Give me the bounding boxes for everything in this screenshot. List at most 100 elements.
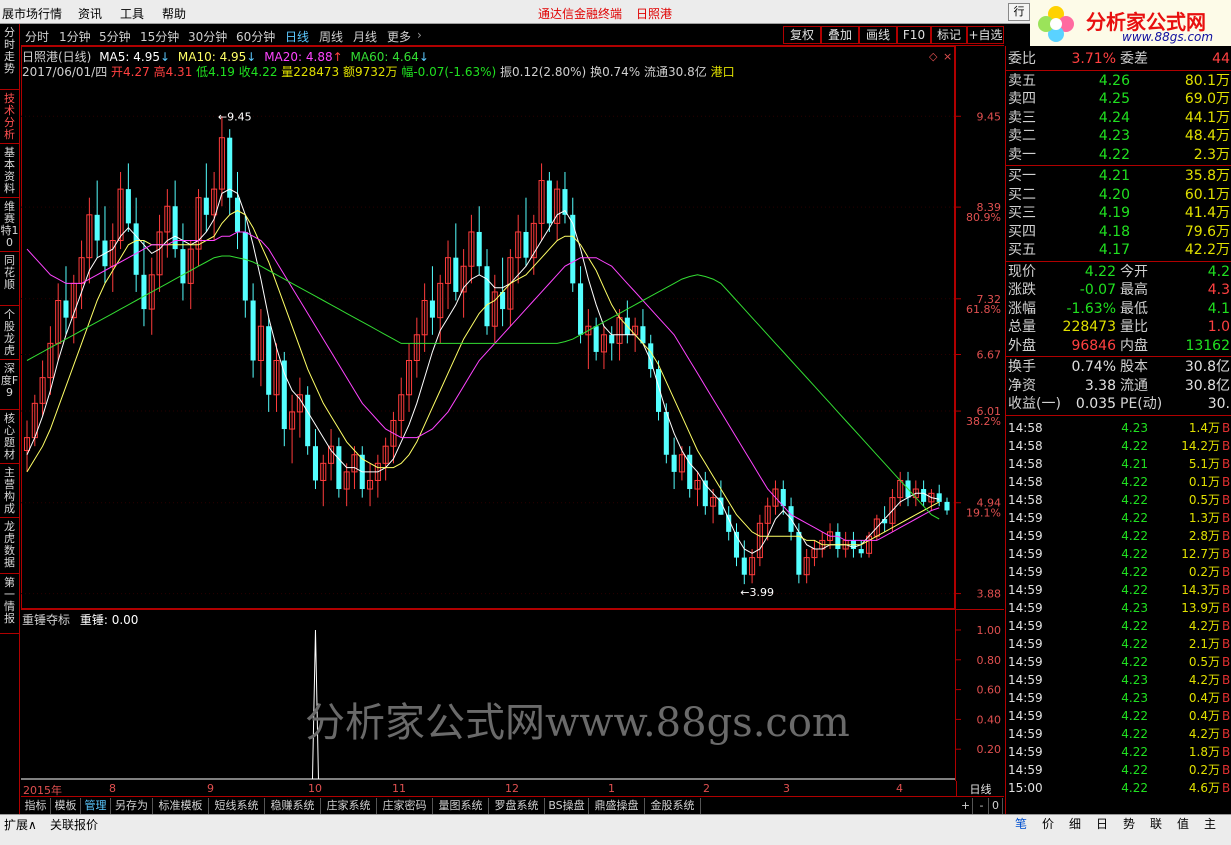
bid-row[interactable]: 买五 4.17 42.2万 bbox=[1008, 241, 1230, 259]
tick-row: 14:59 4.22 1.8万 B bbox=[1008, 743, 1230, 761]
bid-row[interactable]: 买二 4.20 60.1万 bbox=[1008, 186, 1230, 204]
quote-tab-0[interactable]: 笔 bbox=[1009, 815, 1033, 832]
candle-body bbox=[242, 231, 248, 301]
formula-tab-1[interactable]: 模板 bbox=[51, 798, 81, 814]
left-tab-7[interactable]: 核心题材 bbox=[0, 410, 19, 464]
more-arrow-icon[interactable]: › bbox=[417, 28, 422, 42]
low-point-label: ←3.99 bbox=[740, 586, 774, 599]
period-tab-more[interactable]: 更多 bbox=[387, 28, 411, 45]
period-tab-5min[interactable]: 5分钟 bbox=[99, 28, 131, 45]
ask-row[interactable]: 卖一 4.22 2.3万 bbox=[1008, 146, 1230, 164]
sector-tag[interactable]: 港口 bbox=[711, 65, 735, 79]
kline-chart[interactable]: 9.458.397.326.676.014.943.8880.9%61.8%38… bbox=[21, 46, 1004, 781]
tick-row: 15:00 4.22 4.6万 B bbox=[1008, 779, 1230, 797]
menu-tools[interactable]: 工具 bbox=[120, 5, 144, 22]
bid-row[interactable]: 买三 4.19 41.4万 bbox=[1008, 204, 1230, 222]
quote-button[interactable]: 行 bbox=[1008, 3, 1030, 21]
diamond-icon[interactable]: ◇ bbox=[929, 50, 938, 63]
bid-price: 4.20 bbox=[1098, 186, 1130, 203]
candle-body bbox=[250, 300, 256, 361]
ask-row[interactable]: 卖四 4.25 69.0万 bbox=[1008, 90, 1230, 108]
draw-line-button[interactable]: 画线 bbox=[859, 26, 897, 44]
period-tab-weekly[interactable]: 周线 bbox=[319, 28, 343, 45]
period-tab-1min[interactable]: 1分钟 bbox=[59, 28, 91, 45]
menu-market[interactable]: 展市场行情 bbox=[2, 5, 62, 22]
left-tab-6[interactable]: 深度F9 bbox=[0, 360, 19, 410]
indicator-tick-label: 0.60 bbox=[977, 684, 1002, 697]
quote-panel: 委比 3.71% 委差 44 卖五 4.26 80.1万 卖四 4.25 69.0万 卖三 4.24 4… bbox=[1005, 46, 1231, 814]
left-tab-10[interactable]: 第一情报 bbox=[0, 574, 19, 634]
tick-price: 4.22 bbox=[1121, 528, 1148, 543]
period-tab-30min[interactable]: 30分钟 bbox=[188, 28, 227, 45]
stat-row-value2: 13162 bbox=[1185, 337, 1230, 354]
bid-row[interactable]: 买一 4.21 35.8万 bbox=[1008, 167, 1230, 185]
quote-tab-2[interactable]: 细 bbox=[1063, 815, 1087, 832]
tick-volume: 13.9万 bbox=[1181, 600, 1220, 615]
bid-row[interactable]: 买四 4.18 79.6万 bbox=[1008, 223, 1230, 241]
ask-row[interactable]: 卖三 4.24 44.1万 bbox=[1008, 109, 1230, 127]
flower-logo-icon bbox=[1038, 6, 1074, 42]
formula-tab-11[interactable]: BS操盘 bbox=[545, 798, 589, 814]
zoom-control-2[interactable]: 0 bbox=[989, 798, 1003, 814]
zoom-control-1[interactable]: - bbox=[975, 798, 989, 814]
tick-flag: B bbox=[1222, 672, 1231, 687]
weibi-row-label2: 委差 bbox=[1120, 51, 1148, 67]
period-tab-60min[interactable]: 60分钟 bbox=[236, 28, 275, 45]
formula-tab-12[interactable]: 鼎盛操盘 bbox=[589, 798, 645, 814]
quote-tab-6[interactable]: 值 bbox=[1171, 815, 1195, 832]
tick-volume: 0.2万 bbox=[1188, 762, 1220, 777]
period-tab-daily[interactable]: 日线 bbox=[285, 28, 309, 45]
left-tab-4[interactable]: 同花顺 bbox=[0, 252, 19, 306]
left-tab-8[interactable]: 主营构成 bbox=[0, 464, 19, 518]
left-tab-1[interactable]: 技术分析 bbox=[0, 90, 19, 144]
formula-tab-2[interactable]: 管理 bbox=[81, 798, 111, 814]
ask-row[interactable]: 卖二 4.23 48.4万 bbox=[1008, 127, 1230, 145]
formula-tab-7[interactable]: 庄家系统 bbox=[321, 798, 377, 814]
quote-tab-4[interactable]: 势 bbox=[1117, 815, 1141, 832]
menu-help[interactable]: 帮助 bbox=[162, 5, 186, 22]
formula-tab-5[interactable]: 短线系统 bbox=[209, 798, 265, 814]
formula-tab-9[interactable]: 量图系统 bbox=[433, 798, 489, 814]
formula-tab-6[interactable]: 稳赚系统 bbox=[265, 798, 321, 814]
fib-percent-label: 61.8% bbox=[966, 303, 1001, 316]
formula-tab-3[interactable]: 另存为 bbox=[111, 798, 153, 814]
quote-tab-5[interactable]: 联 bbox=[1144, 815, 1168, 832]
formula-tab-13[interactable]: 金股系统 bbox=[645, 798, 701, 814]
x-axis-label: 10 bbox=[308, 782, 322, 795]
formula-tab-10[interactable]: 罗盘系统 bbox=[489, 798, 545, 814]
formula-tab-4[interactable]: 标准模板 bbox=[153, 798, 209, 814]
tick-row: 14:59 4.22 4.2万 B bbox=[1008, 725, 1230, 743]
overlay-button[interactable]: 叠加 bbox=[821, 26, 859, 44]
ohlc-info-line: 2017/06/01/四 开4.27 高4.31 低4.19 收4.22 量22… bbox=[22, 63, 735, 80]
candle-body bbox=[203, 197, 209, 215]
period-tab-fenshi[interactable]: 分时 bbox=[25, 28, 49, 45]
mark-button[interactable]: 标记 bbox=[931, 26, 967, 44]
quote-tab-3[interactable]: 日 bbox=[1090, 815, 1114, 832]
indicator-name[interactable]: 重锤夺标 bbox=[22, 613, 70, 627]
quote-tab-1[interactable]: 价 bbox=[1036, 815, 1060, 832]
left-tab-2[interactable]: 基本资料 bbox=[0, 144, 19, 198]
ask-price: 4.23 bbox=[1098, 128, 1130, 144]
formula-tab-0[interactable]: 指标 bbox=[21, 798, 51, 814]
fuquan-button[interactable]: 复权 bbox=[783, 26, 821, 44]
menu-news[interactable]: 资讯 bbox=[78, 5, 102, 22]
zoom-control-0[interactable]: + bbox=[959, 798, 973, 814]
period-tab-15min[interactable]: 15分钟 bbox=[140, 28, 179, 45]
formula-tab-8[interactable]: 庄家密码 bbox=[377, 798, 433, 814]
add-favorite-button[interactable]: +自选 bbox=[967, 26, 1004, 44]
ask-row[interactable]: 卖五 4.26 80.1万 bbox=[1008, 72, 1230, 90]
quote-tab-7[interactable]: 主 bbox=[1198, 815, 1222, 832]
left-tab-5[interactable]: 个股龙虎 bbox=[0, 306, 19, 360]
weibi-row-value: 3.71% bbox=[1071, 51, 1116, 67]
expand-button[interactable]: 扩展∧ bbox=[4, 816, 37, 833]
candle-body bbox=[921, 489, 927, 502]
related-quote-button[interactable]: 关联报价 bbox=[50, 816, 98, 833]
f10-button[interactable]: F10 bbox=[897, 26, 931, 44]
tick-flag: B bbox=[1222, 690, 1231, 705]
left-tab-3[interactable]: 维赛特10 bbox=[0, 198, 19, 252]
close-pane-icon[interactable]: × bbox=[943, 50, 952, 63]
left-tab-0[interactable]: 分时走势 bbox=[0, 24, 19, 90]
bid-price: 4.19 bbox=[1098, 205, 1130, 221]
period-tab-monthly[interactable]: 月线 bbox=[353, 28, 377, 45]
left-tab-9[interactable]: 龙虎数据 bbox=[0, 518, 19, 574]
